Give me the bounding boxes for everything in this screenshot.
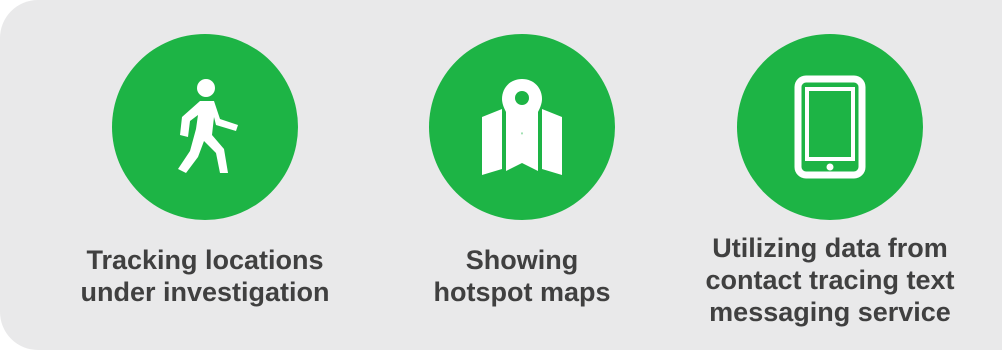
tablet-icon-circle: [737, 34, 923, 220]
map-pin-icon: [482, 79, 562, 175]
map-icon-circle: [429, 34, 615, 220]
feature-hotspot-maps: Showing hotspot maps: [377, 0, 667, 350]
feature-label: Utilizing data from contact tracing text…: [705, 233, 955, 327]
features-panel: Tracking locations under investigation S…: [0, 0, 1002, 350]
tablet-icon: [794, 75, 866, 179]
feature-tracking-locations: Tracking locations under investigation: [60, 0, 350, 350]
feature-label: Showing hotspot maps: [433, 245, 611, 307]
walking-person-icon: [178, 79, 238, 173]
feature-label: Tracking locations under investigation: [80, 245, 330, 307]
feature-contact-tracing-data: Utilizing data from contact tracing text…: [685, 0, 975, 350]
tracking-icon-circle: [112, 34, 298, 220]
